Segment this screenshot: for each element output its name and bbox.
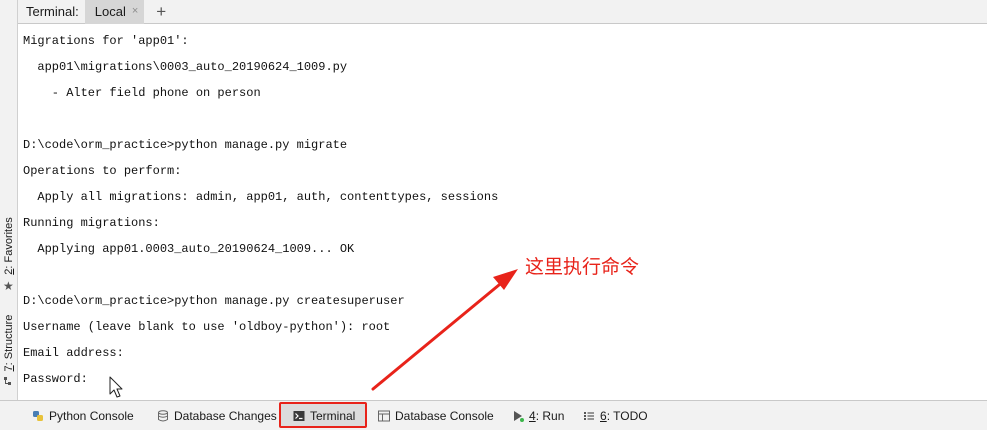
- terminal-line: D:\code\orm_practice>python manage.py mi…: [23, 138, 348, 152]
- star-icon: ★: [3, 279, 14, 293]
- tab-local[interactable]: Local ×: [84, 0, 145, 24]
- tab-local-label: Local: [94, 3, 126, 19]
- terminal-button[interactable]: Terminal: [293, 407, 355, 425]
- todo-label: : TODO: [606, 409, 648, 423]
- python-console-label: Python Console: [49, 409, 134, 423]
- structure-tab-label: : Structure: [3, 314, 15, 366]
- ide-window: 2: Favorites ★ 7: Structure Terminal: Lo…: [0, 0, 987, 430]
- run-label: : Run: [535, 409, 565, 423]
- left-tool-strip: 2: Favorites ★ 7: Structure: [0, 0, 18, 400]
- terminal-line: Apply all migrations: admin, app01, auth…: [23, 190, 499, 204]
- terminal-line: Operations to perform:: [23, 164, 182, 178]
- database-console-button[interactable]: Database Console: [378, 407, 494, 425]
- todo-button[interactable]: 6: TODO: [583, 407, 648, 425]
- annotation-text: 这里执行命令: [525, 256, 640, 278]
- add-tab-icon[interactable]: +: [156, 3, 166, 20]
- structure-icon: [4, 377, 11, 385]
- terminal-tab-header: Terminal: Local × +: [18, 0, 987, 24]
- terminal-header-label: Terminal:: [26, 3, 79, 19]
- structure-tab-number: 7: [3, 365, 15, 372]
- close-icon[interactable]: ×: [132, 6, 138, 17]
- favorites-tool-tab[interactable]: 2: Favorites: [3, 217, 15, 274]
- terminal-line: Password:: [23, 372, 88, 386]
- todo-number: 6: [600, 409, 607, 423]
- terminal-icon: [293, 411, 305, 421]
- python-icon: [33, 411, 43, 421]
- terminal-line: Email address:: [23, 346, 124, 360]
- todo-list-icon: [584, 412, 594, 420]
- database-console-label: Database Console: [395, 409, 494, 423]
- terminal-tab-label: Terminal: [310, 409, 356, 423]
- bottom-tool-bar: Python Console Database Changes Terminal: [0, 400, 987, 430]
- database-changes-icon: [158, 410, 168, 422]
- structure-tool-tab[interactable]: 7: Structure: [3, 315, 15, 372]
- run-icon: [514, 411, 524, 422]
- favorites-tab-number: 2: [3, 268, 15, 275]
- terminal-output[interactable]: Migrations for 'app01': app01\migrations…: [19, 25, 987, 400]
- terminal-line: app01\migrations\0003_auto_20190624_1009…: [23, 60, 348, 74]
- database-changes-label: Database Changes: [174, 409, 277, 423]
- database-changes-button[interactable]: Database Changes: [157, 407, 277, 425]
- terminal-line: Username (leave blank to use 'oldboy-pyt…: [23, 320, 391, 334]
- run-number: 4: [529, 409, 536, 423]
- terminal-line: Running migrations:: [23, 216, 160, 230]
- favorites-tab-label: : Favorites: [3, 217, 15, 269]
- terminal-line: Applying app01.0003_auto_20190624_1009..…: [23, 242, 355, 256]
- terminal-line: D:\code\orm_practice>python manage.py cr…: [23, 294, 405, 308]
- terminal-line: - Alter field phone on person: [23, 86, 261, 100]
- terminal-line: Migrations for 'app01':: [23, 34, 189, 48]
- run-button[interactable]: 4: Run: [512, 407, 564, 425]
- python-console-button[interactable]: Python Console: [32, 407, 134, 425]
- database-console-icon: [378, 410, 390, 422]
